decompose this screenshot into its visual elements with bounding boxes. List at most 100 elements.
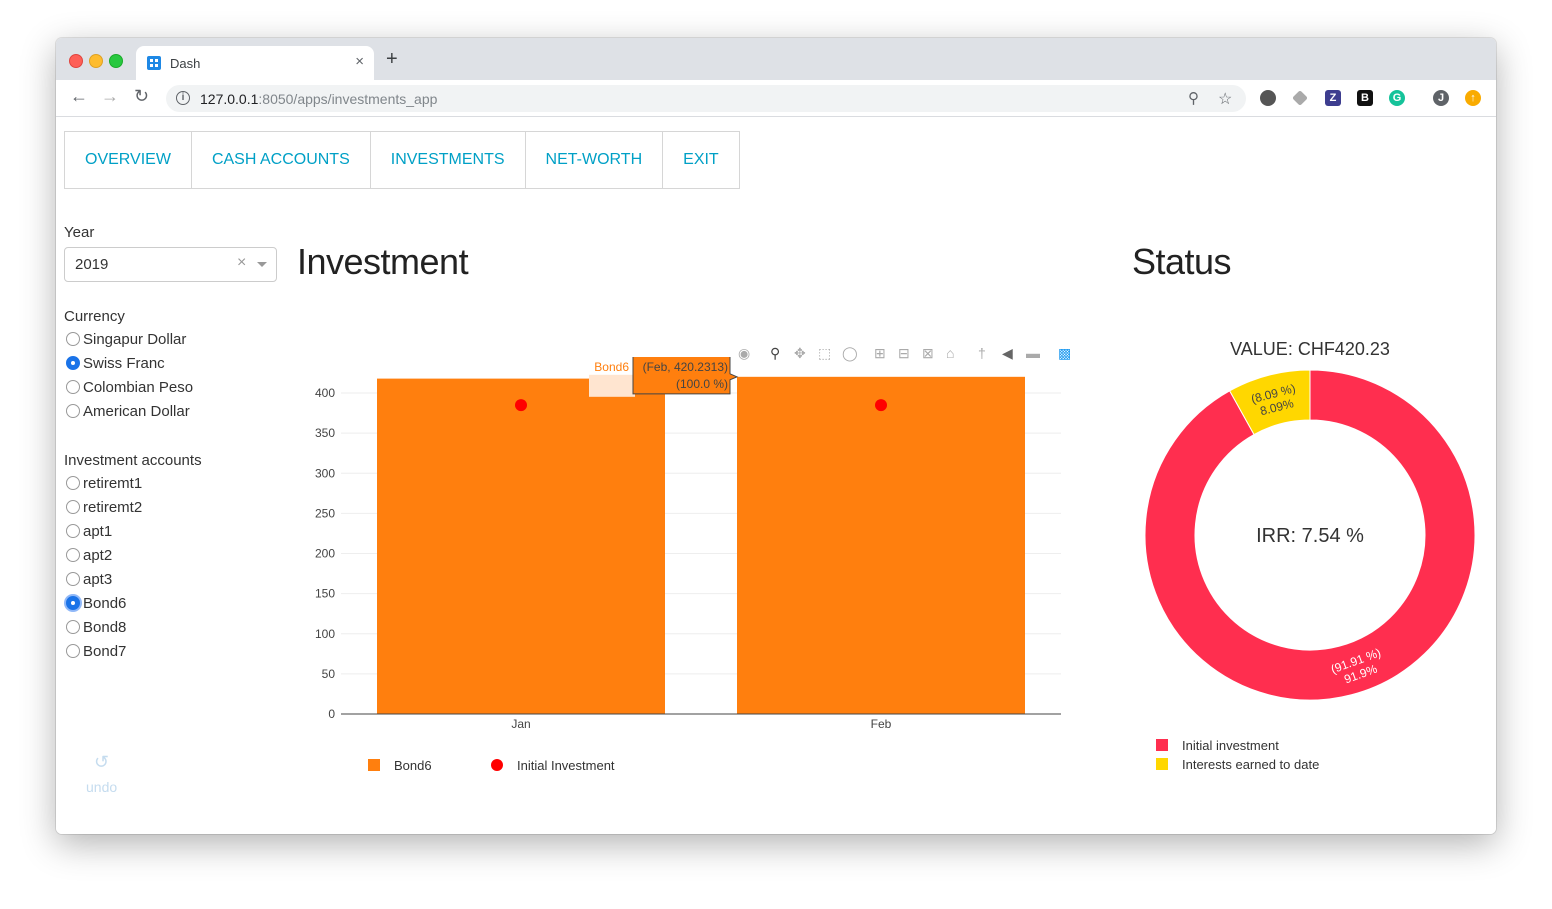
browser-toolbar: ← → ↻ i 127.0.0.1:8050/apps/investments_… [56,80,1496,117]
bar [737,376,1025,714]
maximize-window-button[interactable] [109,54,123,68]
donut-title: VALUE: CHF420.23 [1230,339,1390,359]
undo-icon: ↺ [94,752,110,772]
b-extension-icon[interactable]: B [1357,90,1373,106]
address-bar[interactable]: i 127.0.0.1:8050/apps/investments_app ⚲ … [166,85,1246,112]
account-option[interactable]: Bond6 [64,592,126,614]
forward-arrow-icon[interactable]: → [101,86,119,107]
nav-exit-link[interactable]: EXIT [662,131,740,189]
url-host: 127.0.0.1 [200,91,259,107]
nav-investments-link[interactable]: INVESTMENTS [369,131,526,189]
investment-bar-chart[interactable]: 0 50 100 150 200 250 300 350 400 Jan Feb Bond6 (Feb,… [296,357,1086,787]
update-icon[interactable]: ↑ [1465,90,1481,106]
account-label: apt1 [83,522,113,540]
browser-tab[interactable]: Dash × [136,46,374,80]
radio-button[interactable] [66,476,80,490]
currency-label: Singapur Dollar [83,330,187,348]
radio-button[interactable] [66,572,80,586]
radio-button[interactable] [66,524,80,538]
y-tick-label: 200 [315,547,335,561]
year-label: Year [64,224,95,241]
currency-label: American Dollar [83,402,190,420]
radio-button[interactable] [66,548,80,562]
url-text[interactable]: 127.0.0.1:8050/apps/investments_app [200,91,437,107]
account-option[interactable]: Bond8 [64,616,126,638]
currency-option[interactable]: Singapur Dollar [64,328,186,350]
new-tab-button[interactable]: + [386,48,398,71]
drive-icon[interactable] [1292,90,1308,106]
account-option[interactable]: retiremt1 [64,472,142,494]
extension-globe-icon[interactable] [1260,90,1276,106]
status-donut-chart[interactable]: VALUE: CHF420.23(91.91 %)91.9%(8.09 %)8.… [1130,327,1496,787]
y-tick-label: 350 [315,426,335,440]
account-label: Bond8 [83,618,127,636]
account-option[interactable]: apt2 [64,544,112,566]
chevron-down-icon[interactable] [257,262,267,267]
tab-title: Dash [170,56,201,71]
radio-button[interactable] [66,404,80,418]
top-navbar: OVERVIEW CASH ACCOUNTS INVESTMENTS NET-W… [64,131,740,189]
nav-overview-link[interactable]: OVERVIEW [64,131,192,189]
account-option[interactable]: Bond7 [64,640,126,662]
y-tick-label: 300 [315,466,335,480]
profile-avatar[interactable]: J [1433,90,1449,106]
initial-investment-marker [875,399,887,412]
y-tick-label: 150 [315,587,335,601]
nav-net-worth-link[interactable]: NET-WORTH [524,131,664,189]
browser-window: Dash × + ← → ↻ i 127.0.0.1:8050/apps/inv… [56,38,1496,834]
bar [377,378,665,714]
radio-button[interactable] [66,644,80,658]
year-value: 2019 [75,256,109,273]
key-icon[interactable]: ⚲ [1188,89,1199,107]
hover-name-bg [589,374,635,397]
dash-page: OVERVIEW CASH ACCOUNTS INVESTMENTS NET-W… [56,117,1496,834]
radio-button[interactable] [66,500,80,514]
minimize-window-button[interactable] [89,54,103,68]
url-path: :8050/apps/investments_app [258,91,438,107]
clear-icon[interactable]: × [237,254,246,272]
account-option[interactable]: retiremt2 [64,496,142,518]
account-label: retiremt2 [83,498,143,516]
account-label: apt2 [83,546,113,564]
legend-label: Interests earned to date [1182,757,1319,772]
legend-initial-investment-label: Initial Investment [517,758,615,773]
currency-option[interactable]: American Dollar [64,400,190,422]
y-tick-label: 0 [328,707,335,721]
year-dropdown[interactable]: 2019 × [64,247,277,282]
site-info-icon[interactable]: i [176,91,190,105]
radio-button[interactable] [66,596,80,610]
investment-accounts-label: Investment accounts [64,452,202,469]
y-tick-label: 50 [322,667,336,681]
account-option[interactable]: apt1 [64,520,112,542]
account-option[interactable]: apt3 [64,568,112,590]
initial-investment-marker [515,399,527,412]
reload-icon[interactable]: ↻ [134,86,149,107]
star-icon[interactable]: ☆ [1218,89,1232,109]
irr-label: IRR: 7.54 % [1256,525,1364,547]
hover-series-name: Bond6 [594,360,629,374]
grammarly-icon[interactable]: G [1389,90,1405,106]
legend-bond6-swatch [368,759,380,771]
close-window-button[interactable] [69,54,83,68]
dash-favicon-icon [147,56,161,70]
radio-button[interactable] [66,356,80,370]
y-tick-label: 100 [315,627,335,641]
radio-button[interactable] [66,332,80,346]
currency-label: Swiss Franc [83,354,165,372]
radio-button[interactable] [66,380,80,394]
currency-option[interactable]: Colombian Peso [64,376,193,398]
undo-button[interactable]: ↺ undo [86,752,117,795]
y-tick-label: 250 [315,506,335,520]
legend-initial-investment-swatch [491,759,503,771]
back-arrow-icon[interactable]: ← [70,86,88,107]
currency-option[interactable]: Swiss Franc [64,352,165,374]
tab-close-icon[interactable]: × [355,53,364,70]
x-tick-label: Jan [511,717,530,731]
nav-cash-accounts-link[interactable]: CASH ACCOUNTS [190,131,371,189]
tab-strip: Dash × + [56,38,1496,80]
radio-button[interactable] [66,620,80,634]
investment-title: Investment [297,241,469,282]
legend-swatch [1156,758,1168,770]
currency-label: Currency [64,308,125,325]
zotero-icon[interactable]: Z [1325,90,1341,106]
